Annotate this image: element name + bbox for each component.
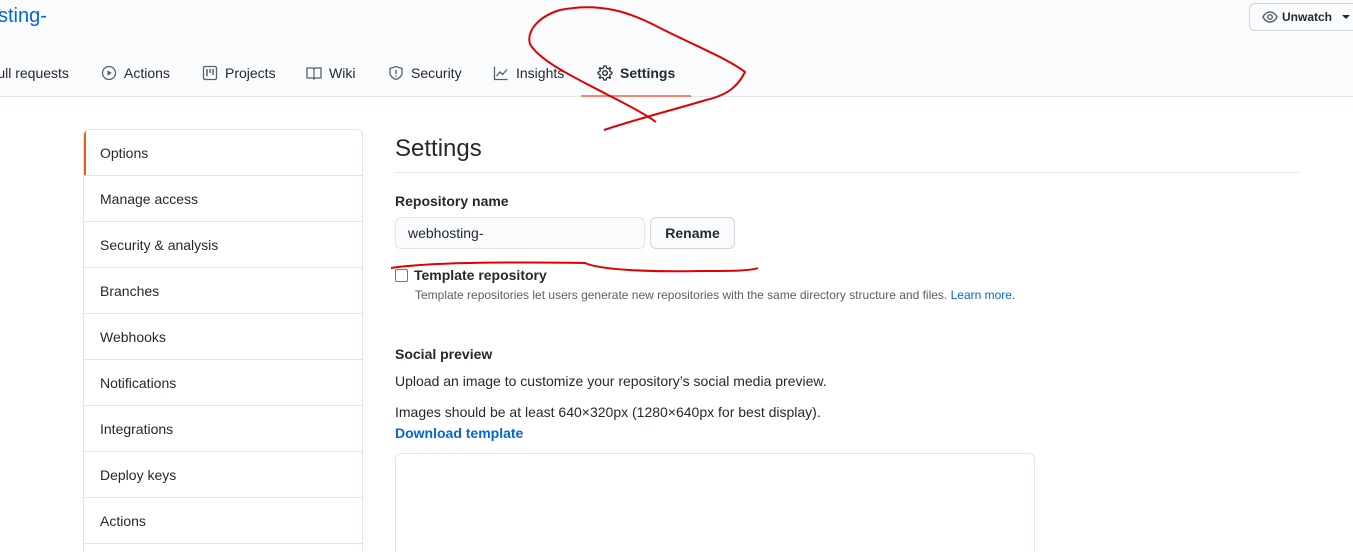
eye-icon — [1262, 11, 1278, 23]
sidebar-item-deploy-keys[interactable]: Deploy keys — [84, 452, 362, 498]
tab-projects[interactable]: Projects — [202, 50, 276, 96]
gear-icon — [597, 65, 613, 81]
tab-label: Pull requests — [0, 65, 69, 81]
repo-title-link[interactable]: sting- — [0, 5, 47, 28]
page-title: Settings — [395, 129, 1299, 173]
sidebar-item-branches[interactable]: Branches — [84, 268, 362, 314]
chevron-down-icon — [1342, 15, 1351, 19]
repository-name-input[interactable] — [395, 217, 645, 249]
template-repository-row: Template repository — [395, 267, 547, 283]
project-icon — [202, 65, 218, 81]
social-preview-image-box[interactable] — [395, 453, 1035, 552]
sidebar-item-label: Security & analysis — [100, 236, 219, 253]
sidebar-item-manage-access[interactable]: Manage access — [84, 176, 362, 222]
settings-main: Settings Repository name Rename Template… — [395, 129, 1299, 552]
download-template-link[interactable]: Download template — [395, 425, 523, 441]
tab-label: Projects — [225, 65, 276, 81]
sidebar-item-webhooks[interactable]: Webhooks — [84, 314, 362, 360]
graph-icon — [493, 66, 508, 81]
page: sting- Unwatch Pull requests Actions — [0, 0, 1353, 552]
unwatch-label: Unwatch — [1282, 10, 1333, 24]
tab-label: Insights — [516, 65, 565, 81]
play-icon — [101, 65, 117, 81]
sidebar-item-label: Branches — [100, 282, 160, 299]
sidebar-item-label: Options — [100, 144, 149, 161]
unwatch-button[interactable]: Unwatch — [1249, 3, 1353, 31]
sidebar-item-label: Actions — [100, 512, 146, 529]
tab-label: Settings — [620, 65, 676, 81]
social-preview-size-note: Images should be at least 640×320px (128… — [395, 404, 821, 420]
template-repository-checkbox[interactable] — [395, 268, 408, 282]
template-note-text: Template repositories let users generate… — [415, 288, 948, 302]
tab-label: Security — [411, 65, 462, 81]
tab-label: Wiki — [329, 65, 356, 81]
sidebar-item-label: Integrations — [100, 420, 174, 437]
shield-icon — [389, 65, 403, 81]
sidebar-item-notifications[interactable]: Notifications — [84, 360, 362, 406]
sidebar-item-label: Manage access — [100, 190, 199, 207]
tab-settings[interactable]: Settings — [580, 50, 692, 97]
template-note: Template repositories let users generate… — [415, 288, 1015, 302]
sidebar-item-label: Webhooks — [100, 328, 166, 345]
sidebar-item-options[interactable]: Options — [84, 130, 362, 176]
tab-insights[interactable]: Insights — [493, 50, 564, 96]
repo-header: sting- Unwatch Pull requests Actions — [0, 0, 1353, 97]
sidebar-item-integrations[interactable]: Integrations — [84, 406, 362, 452]
sidebar-item-actions[interactable]: Actions — [84, 498, 362, 544]
tab-security[interactable]: Security — [388, 50, 462, 96]
book-icon — [306, 67, 322, 80]
repository-name-label: Repository name — [395, 193, 509, 209]
settings-sidebar: Options Manage access Security & analysi… — [83, 129, 363, 552]
sidebar-item-label: Deploy keys — [100, 466, 177, 483]
tab-actions[interactable]: Actions — [101, 50, 170, 96]
learn-more-link[interactable]: Learn more. — [951, 288, 1016, 302]
rename-button[interactable]: Rename — [650, 217, 735, 249]
social-preview-heading: Social preview — [395, 346, 493, 362]
tab-pull-requests[interactable]: Pull requests — [0, 50, 69, 96]
template-repository-label[interactable]: Template repository — [414, 267, 547, 283]
sidebar-item-label: Notifications — [100, 374, 177, 391]
tab-label: Actions — [124, 65, 170, 81]
sidebar-item-security-analysis[interactable]: Security & analysis — [84, 222, 362, 268]
social-preview-description: Upload an image to customize your reposi… — [395, 373, 827, 389]
tab-wiki[interactable]: Wiki — [306, 50, 355, 96]
